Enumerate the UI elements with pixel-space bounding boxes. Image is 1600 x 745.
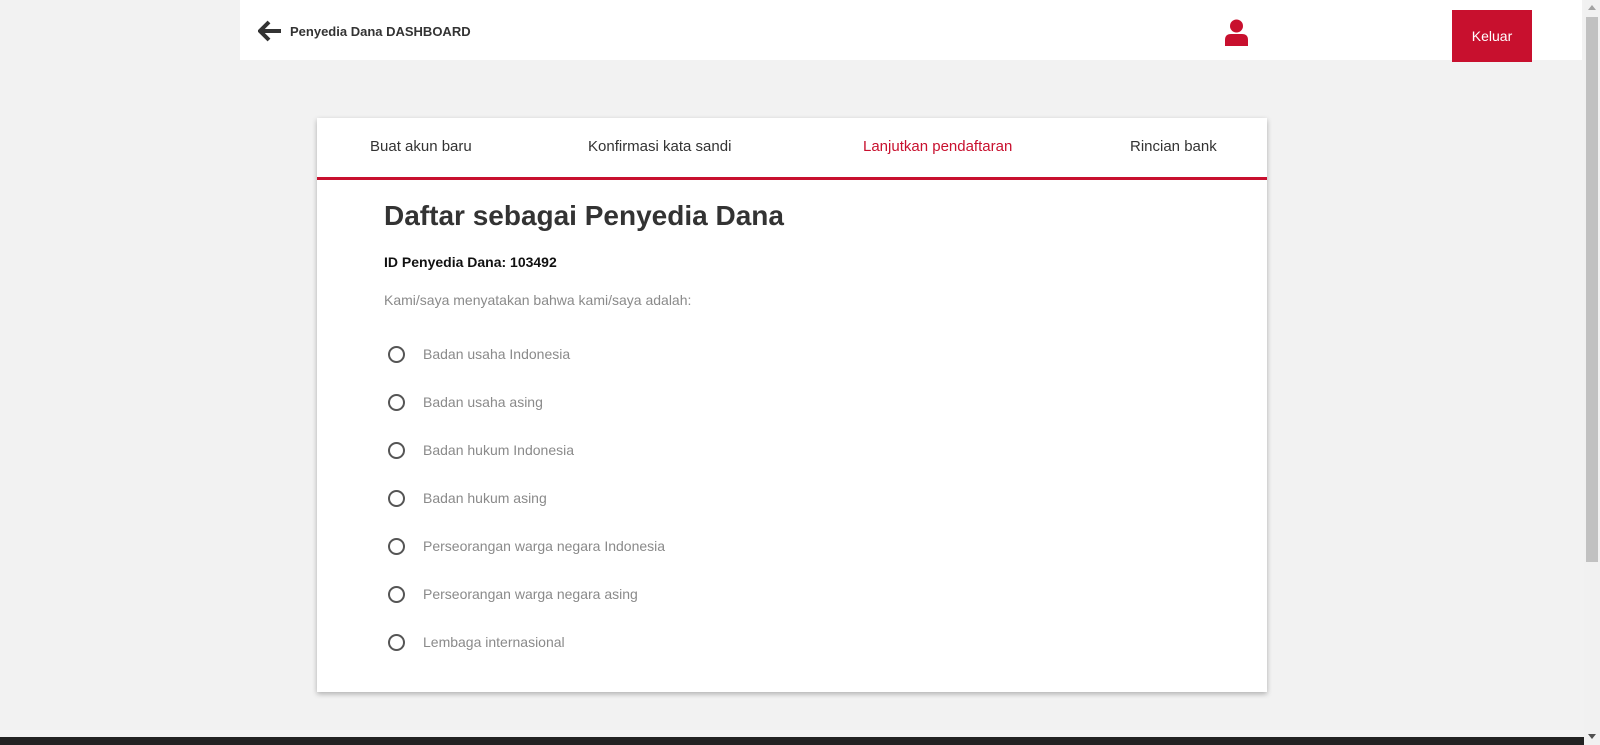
option-label: Badan hukum asing <box>423 490 547 506</box>
option-badan-usaha-indonesia[interactable]: Badan usaha Indonesia <box>384 330 784 378</box>
radio-button[interactable] <box>388 585 405 603</box>
option-perseorangan-wni[interactable]: Perseorangan warga negara Indonesia <box>384 522 784 570</box>
radio-button[interactable] <box>388 345 405 363</box>
option-label: Lembaga internasional <box>423 634 565 650</box>
option-lembaga-internasional[interactable]: Lembaga internasional <box>384 618 784 666</box>
tab-confirm-password[interactable]: Konfirmasi kata sandi <box>588 138 731 155</box>
user-icon[interactable] <box>1224 19 1249 46</box>
option-perseorangan-wna[interactable]: Perseorangan warga negara asing <box>384 570 784 618</box>
entity-type-options: Badan usaha Indonesia Badan usaha asing … <box>384 330 784 666</box>
top-bar: Penyedia Dana DASHBOARD Keluar <box>240 0 1582 62</box>
option-badan-hukum-indonesia[interactable]: Badan hukum Indonesia <box>384 426 784 474</box>
tab-continue-registration[interactable]: Lanjutkan pendaftaran <box>863 138 1012 155</box>
back-link[interactable]: Penyedia Dana DASHBOARD <box>258 19 471 43</box>
option-label: Badan usaha asing <box>423 394 543 410</box>
option-label: Badan usaha Indonesia <box>423 346 571 362</box>
vertical-scrollbar[interactable] <box>1584 0 1600 745</box>
dashboard-title: Penyedia Dana DASHBOARD <box>290 23 471 39</box>
scrollbar-thumb[interactable] <box>1586 17 1598 562</box>
page-title: Daftar sebagai Penyedia Dana <box>384 200 784 231</box>
declaration-intro: Kami/saya menyatakan bahwa kami/saya ada… <box>384 292 692 308</box>
scroll-down-icon[interactable] <box>1588 734 1596 739</box>
arrow-left-icon <box>258 20 281 42</box>
registration-steps: Buat akun baru Konfirmasi kata sandi Lan… <box>317 118 1267 180</box>
radio-button[interactable] <box>388 441 405 459</box>
radio-button[interactable] <box>388 537 405 555</box>
option-label: Perseorangan warga negara asing <box>423 586 638 602</box>
radio-button[interactable] <box>388 393 405 411</box>
tab-bank-details[interactable]: Rincian bank <box>1130 138 1217 155</box>
provider-id: ID Penyedia Dana: 103492 <box>384 254 557 270</box>
radio-button[interactable] <box>388 489 405 507</box>
scroll-up-icon[interactable] <box>1588 5 1596 10</box>
footer-bar <box>0 737 1584 745</box>
registration-card: Buat akun baru Konfirmasi kata sandi Lan… <box>317 118 1267 692</box>
radio-button[interactable] <box>388 633 405 651</box>
option-badan-hukum-asing[interactable]: Badan hukum asing <box>384 474 784 522</box>
option-label: Perseorangan warga negara Indonesia <box>423 538 666 554</box>
logout-button[interactable]: Keluar <box>1452 10 1532 62</box>
option-badan-usaha-asing[interactable]: Badan usaha asing <box>384 378 784 426</box>
tab-create-account[interactable]: Buat akun baru <box>370 138 472 155</box>
option-label: Badan hukum Indonesia <box>423 442 574 458</box>
form-body: Daftar sebagai Penyedia Dana ID Penyedia… <box>384 200 784 666</box>
